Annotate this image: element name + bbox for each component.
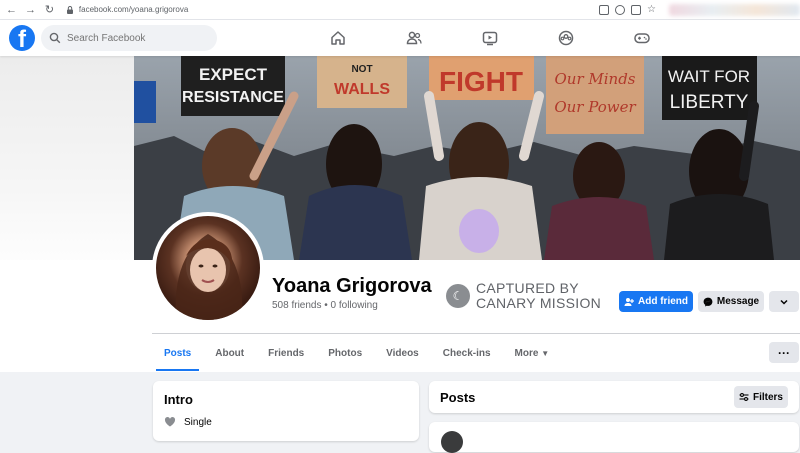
profile-avatar[interactable] [152, 212, 264, 324]
posts-card: Posts Filters [429, 381, 799, 413]
post-preview [429, 422, 799, 453]
svg-text:NOT: NOT [351, 64, 372, 75]
relationship-row: Single [164, 416, 212, 428]
chevron-down-icon [780, 299, 788, 305]
sign-wait-for-liberty: WAIT FOR LIBERTY [662, 56, 757, 120]
address-bar[interactable]: facebook.com/yoana.grigorova [65, 2, 589, 18]
heart-icon [164, 417, 176, 427]
gaming-icon [634, 33, 650, 44]
url-text: facebook.com/yoana.grigorova [78, 5, 189, 14]
svg-text:Our Power: Our Power [554, 98, 636, 116]
home-icon [331, 31, 345, 45]
cast-icon[interactable] [598, 4, 609, 15]
share-icon[interactable] [630, 4, 641, 15]
search-box[interactable] [41, 25, 217, 51]
relationship-status: Single [184, 416, 212, 428]
add-friend-button[interactable]: Add friend [619, 291, 693, 312]
canary-moon-icon: ☾ [446, 284, 470, 308]
groups-icon [558, 30, 574, 46]
ellipsis-icon: ··· [778, 345, 790, 360]
friends-icon [406, 31, 422, 45]
svg-text:WAIT FOR: WAIT FOR [668, 67, 750, 86]
profile-divider [152, 333, 800, 334]
sign-not-walls: NOT WALLS [317, 56, 407, 108]
posts-title: Posts [440, 390, 476, 405]
search-icon [49, 32, 61, 44]
main-nav [300, 20, 680, 56]
browser-extension-icons: ☆ [598, 4, 657, 15]
bookmark-star-icon[interactable]: ☆ [647, 4, 657, 15]
watermark-line1: CAPTURED BY [476, 280, 579, 296]
more-options-button[interactable] [769, 291, 799, 312]
tab-about[interactable]: About [203, 335, 256, 371]
sign-our-minds: Our Minds Our Power [546, 56, 644, 134]
nav-gaming[interactable] [604, 20, 680, 56]
nav-friends[interactable] [376, 20, 452, 56]
watermark-text: CAPTURED BY CANARY MISSION [476, 281, 601, 311]
tab-posts[interactable]: Posts [152, 335, 203, 371]
friend-count[interactable]: 508 friends • 0 following [272, 300, 378, 311]
message-button[interactable]: Message [698, 291, 764, 312]
search-input[interactable] [67, 32, 207, 44]
profile-tabs: Posts About Friends Photos Videos Check-… [152, 335, 561, 371]
facebook-header: f [0, 20, 800, 56]
profile-name: Yoana Grigorova [272, 275, 432, 297]
forward-icon[interactable]: → [23, 2, 38, 18]
video-icon [482, 31, 498, 46]
intro-card: Intro Single [153, 381, 419, 441]
cover-left-margin [0, 56, 134, 276]
messenger-icon [703, 297, 713, 306]
zoom-icon[interactable] [614, 4, 625, 15]
tab-videos[interactable]: Videos [374, 335, 431, 371]
tab-check-ins[interactable]: Check-ins [431, 335, 503, 371]
sliders-icon [739, 393, 749, 401]
nav-home[interactable] [300, 20, 376, 56]
filters-button[interactable]: Filters [734, 386, 788, 408]
tab-friends[interactable]: Friends [256, 335, 316, 371]
svg-text:Our Minds: Our Minds [554, 70, 635, 88]
blurred-region [668, 3, 800, 16]
caret-down-icon: ▼ [541, 348, 550, 358]
tabs-overflow-button[interactable]: ··· [769, 342, 799, 363]
nav-watch[interactable] [452, 20, 528, 56]
lock-icon [66, 5, 73, 14]
tab-more[interactable]: More ▼ [503, 335, 562, 371]
sign-fight: FIGHT [429, 56, 534, 100]
reload-icon[interactable]: ↻ [42, 2, 57, 18]
post-author-avatar[interactable] [441, 431, 463, 453]
nav-groups[interactable] [528, 20, 604, 56]
add-person-icon [624, 297, 634, 306]
tab-photos[interactable]: Photos [316, 335, 374, 371]
svg-text:RESISTANCE: RESISTANCE [182, 89, 284, 106]
avatar-illustration [175, 234, 243, 320]
watermark-line2: CANARY MISSION [476, 295, 602, 311]
sign-expect-resistance: EXPECT RESISTANCE [181, 56, 285, 116]
svg-text:WALLS: WALLS [334, 81, 390, 98]
svg-text:LIBERTY: LIBERTY [670, 92, 749, 113]
browser-toolbar: ← → ↻ facebook.com/yoana.grigorova ☆ [0, 0, 800, 20]
svg-text:EXPECT: EXPECT [199, 65, 268, 84]
canary-mission-watermark: ☾ CAPTURED BY CANARY MISSION [446, 281, 601, 311]
back-icon[interactable]: ← [4, 2, 19, 18]
facebook-logo[interactable]: f [9, 25, 35, 51]
intro-title: Intro [164, 392, 193, 407]
svg-text:FIGHT: FIGHT [439, 66, 523, 97]
